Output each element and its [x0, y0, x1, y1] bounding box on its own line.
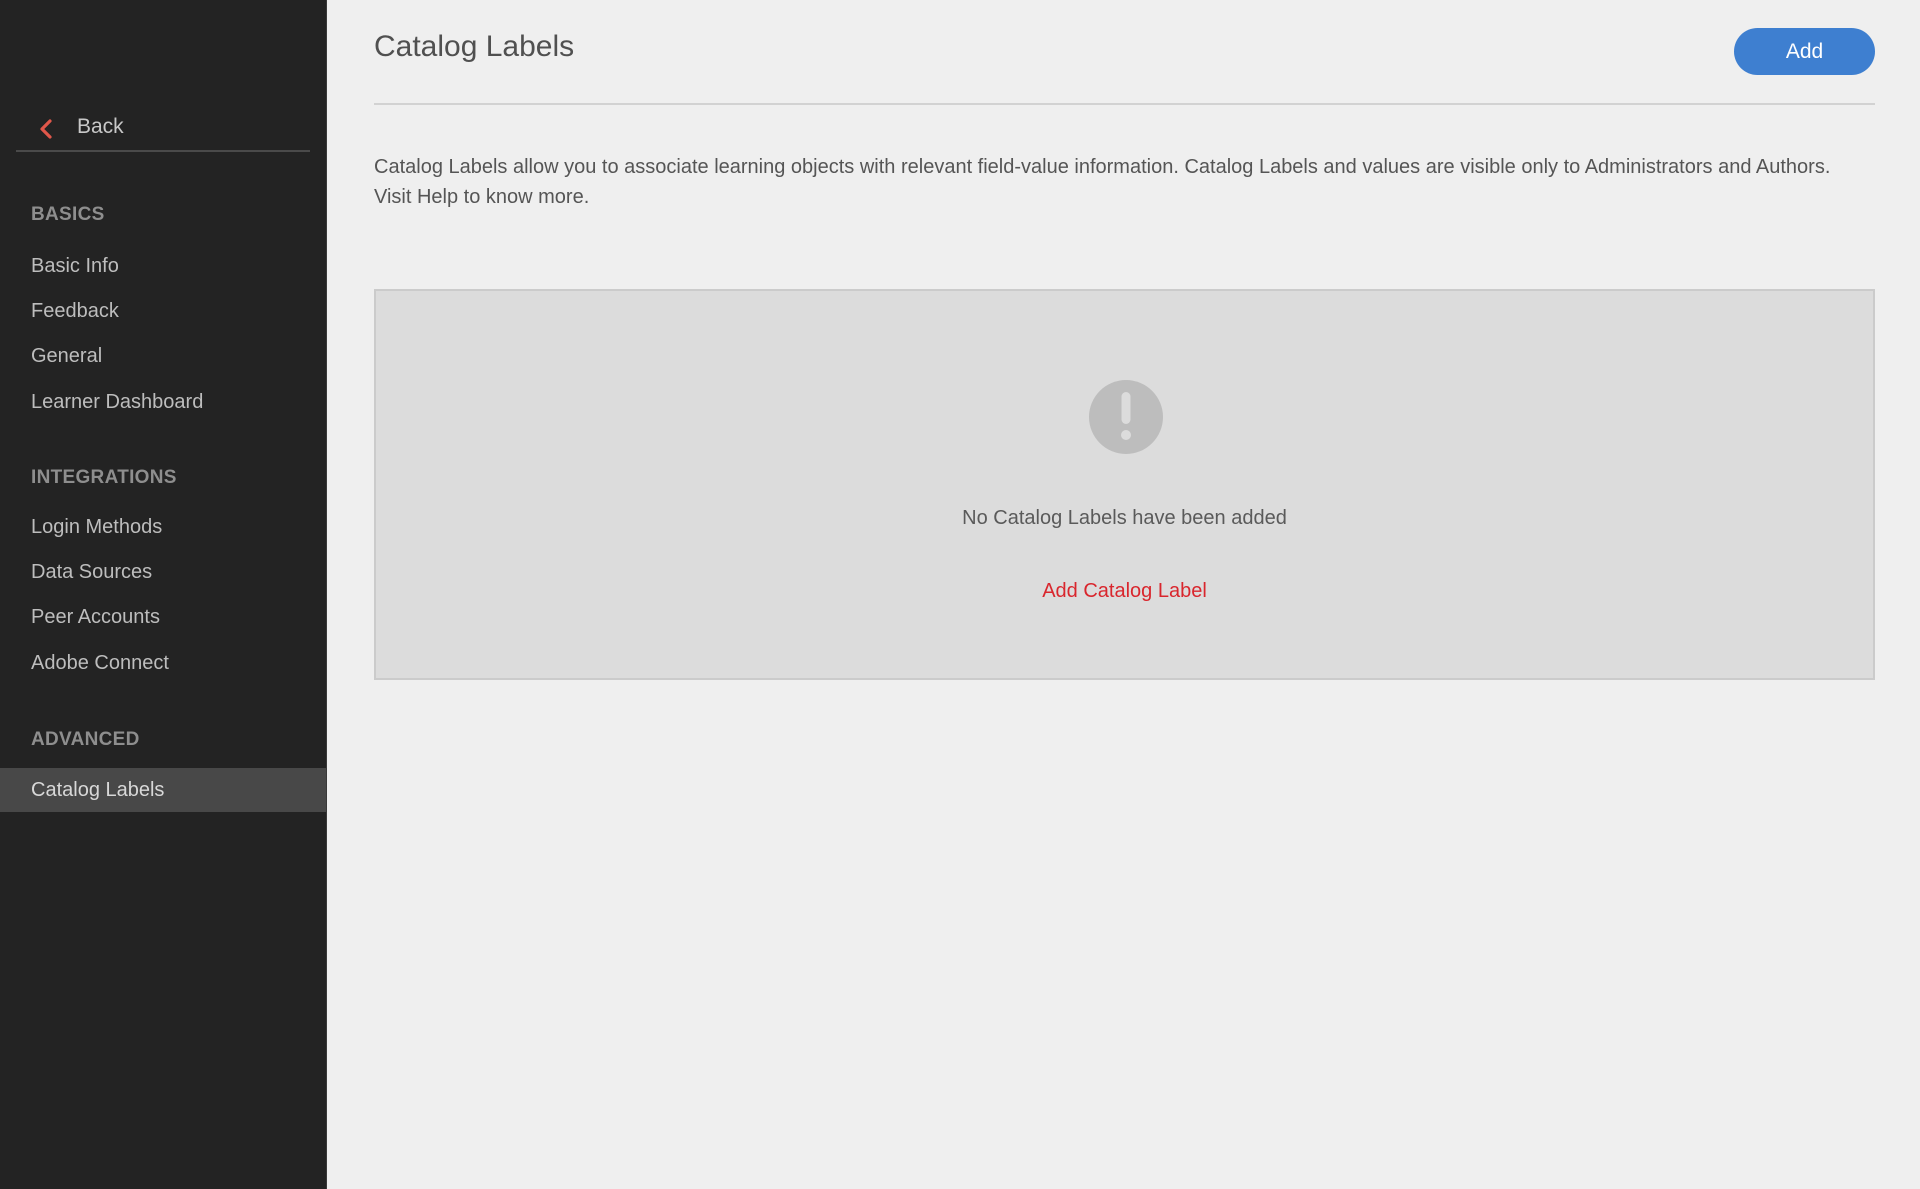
back-button[interactable]: Back — [16, 106, 310, 152]
add-button[interactable]: Add — [1734, 28, 1875, 75]
section-title-basics: BASICS — [31, 204, 105, 225]
empty-state-panel: No Catalog Labels have been added Add Ca… — [374, 289, 1875, 680]
main-content: Catalog Labels Add Catalog Labels allow … — [327, 0, 1920, 1189]
add-catalog-label-wrapper: Add Catalog Label — [376, 580, 1873, 603]
sidebar-item-peer-accounts[interactable]: Peer Accounts — [0, 595, 326, 639]
sidebar-item-general[interactable]: General — [0, 334, 326, 378]
page-description: Catalog Labels allow you to associate le… — [374, 152, 1884, 212]
header-divider — [374, 103, 1875, 105]
sidebar-item-login-methods[interactable]: Login Methods — [0, 505, 326, 549]
sidebar-item-catalog-labels[interactable]: Catalog Labels — [0, 768, 326, 812]
sidebar-item-basic-info[interactable]: Basic Info — [0, 244, 326, 288]
sidebar-item-learner-dashboard[interactable]: Learner Dashboard — [0, 380, 326, 424]
description-line-2: Visit Help to know more. — [374, 186, 590, 208]
exclamation-circle-icon — [1089, 380, 1163, 454]
sidebar-item-data-sources[interactable]: Data Sources — [0, 550, 326, 594]
sidebar-item-adobe-connect[interactable]: Adobe Connect — [0, 641, 326, 685]
sidebar-item-feedback[interactable]: Feedback — [0, 289, 326, 333]
add-catalog-label-link[interactable]: Add Catalog Label — [1042, 580, 1207, 602]
back-label: Back — [77, 115, 124, 138]
sidebar: Back BASICS Basic Info Feedback General … — [0, 0, 327, 1189]
empty-state-message: No Catalog Labels have been added — [962, 507, 1287, 529]
chevron-left-icon — [40, 119, 52, 139]
description-line-1: Catalog Labels allow you to associate le… — [374, 156, 1831, 178]
section-title-advanced: ADVANCED — [31, 729, 140, 750]
page-title: Catalog Labels — [374, 30, 575, 63]
section-title-integrations: INTEGRATIONS — [31, 467, 177, 488]
